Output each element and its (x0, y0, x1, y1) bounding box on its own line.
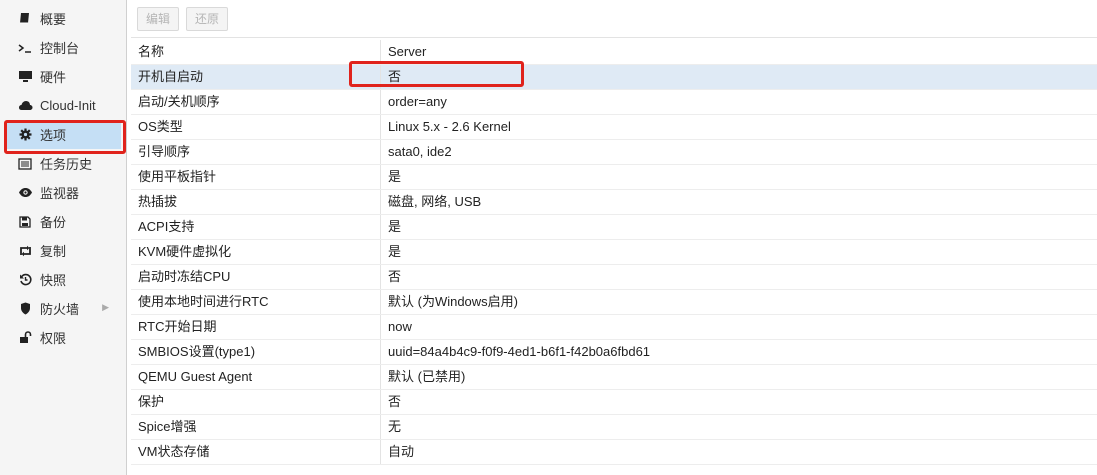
sidebar-item-label: 监视器 (40, 186, 80, 201)
option-key: 名称 (131, 40, 381, 64)
table-row[interactable]: OS类型 Linux 5.x - 2.6 Kernel (131, 115, 1097, 140)
edit-button[interactable]: 编辑 (137, 7, 180, 31)
option-value: sata0, ide2 (388, 144, 452, 159)
option-key: 使用本地时间进行RTC (131, 290, 381, 314)
sidebar-item-summary[interactable]: 概要 (6, 4, 121, 33)
table-row[interactable]: KVM硬件虚拟化 是 (131, 240, 1097, 265)
sidebar-item-permissions[interactable]: 权限 (6, 323, 121, 352)
sidebar-item-label: 硬件 (40, 70, 67, 85)
option-value: 磁盘, 网络, USB (388, 194, 482, 209)
table-row[interactable]: ACPI支持 是 (131, 215, 1097, 240)
book-icon (16, 11, 34, 27)
option-key: 引导顺序 (131, 140, 381, 164)
option-value: 否 (388, 394, 402, 409)
option-value: order=any (388, 94, 447, 109)
sidebar-item-label: 控制台 (40, 41, 80, 56)
highlight-box-autostart-value (349, 61, 524, 87)
sidebar-item-replication[interactable]: 复制 (6, 236, 121, 265)
sidebar-item-backup[interactable]: 备份 (6, 207, 121, 236)
option-key: Spice增强 (131, 415, 381, 439)
sidebar-item-label: 备份 (40, 215, 67, 230)
table-row[interactable]: 使用平板指针 是 (131, 165, 1097, 190)
sidebar-item-label: 任务历史 (40, 157, 93, 172)
sidebar-item-label: 防火墙 (40, 302, 80, 317)
shield-icon (16, 301, 34, 317)
option-value: 默认 (为Windows启用) (388, 294, 519, 309)
sidebar-item-cloud-init[interactable]: Cloud-Init (6, 91, 121, 120)
option-key: 启动时冻结CPU (131, 265, 381, 289)
table-row[interactable]: 名称 Server (131, 40, 1097, 65)
table-row[interactable]: VM状态存储 自动 (131, 440, 1097, 465)
option-key: ACPI支持 (131, 215, 381, 239)
floppy-icon (16, 214, 34, 230)
sidebar-item-console[interactable]: 控制台 (6, 33, 121, 62)
option-key: 热插拔 (131, 190, 381, 214)
sidebar-item-hardware[interactable]: 硬件 (6, 62, 121, 91)
option-value: Linux 5.x - 2.6 Kernel (388, 119, 511, 134)
option-value: 是 (388, 169, 402, 184)
table-row[interactable]: 启动/关机顺序 order=any (131, 90, 1097, 115)
sidebar-item-label: 概要 (40, 12, 67, 27)
table-row[interactable]: RTC开始日期 now (131, 315, 1097, 340)
option-key: VM状态存储 (131, 440, 381, 464)
option-value: 自动 (388, 444, 415, 459)
eye-icon (16, 185, 34, 201)
table-row[interactable]: 引导顺序 sata0, ide2 (131, 140, 1097, 165)
option-key: 保护 (131, 390, 381, 414)
option-value: 是 (388, 244, 402, 259)
submenu-arrow-icon: ▶ (102, 302, 109, 312)
option-value: 否 (388, 269, 402, 284)
highlight-box-sidebar-options (4, 120, 126, 154)
option-key: 启动/关机顺序 (131, 90, 381, 114)
sidebar-item-label: 快照 (40, 273, 67, 288)
options-grid: 名称 Server 开机自启动 否 启动/关机顺序 order=any OS类型… (131, 40, 1097, 465)
list-icon (16, 156, 34, 172)
sidebar-item-monitor[interactable]: 监视器 (6, 178, 121, 207)
cloud-icon (16, 98, 34, 114)
monitor-icon (16, 69, 34, 85)
option-value: 默认 (已禁用) (388, 369, 466, 384)
retweet-icon (16, 243, 34, 259)
sidebar-item-label: Cloud-Init (40, 98, 96, 113)
table-row[interactable]: 开机自启动 否 (131, 65, 1097, 90)
sidebar-nav: 概要 控制台 硬件 Cloud-Init 选项 任务历史 监视器 备份 复制 快… (0, 0, 127, 475)
option-key: OS类型 (131, 115, 381, 139)
option-value: uuid=84a4b4c9-f0f9-4ed1-b6f1-f42b0a6fbd6… (388, 344, 651, 359)
table-row[interactable]: 使用本地时间进行RTC 默认 (为Windows启用) (131, 290, 1097, 315)
table-row[interactable]: 保护 否 (131, 390, 1097, 415)
table-row[interactable]: SMBIOS设置(type1) uuid=84a4b4c9-f0f9-4ed1-… (131, 340, 1097, 365)
table-row[interactable]: 启动时冻结CPU 否 (131, 265, 1097, 290)
revert-button[interactable]: 还原 (186, 7, 229, 31)
terminal-icon (16, 40, 34, 56)
sidebar-item-label: 权限 (40, 331, 67, 346)
option-key: QEMU Guest Agent (131, 365, 381, 389)
option-key: SMBIOS设置(type1) (131, 340, 381, 364)
sidebar-item-snapshots[interactable]: 快照 (6, 265, 121, 294)
unlock-icon (16, 330, 34, 346)
history-icon (16, 272, 34, 288)
option-value: 无 (388, 419, 402, 434)
table-row[interactable]: QEMU Guest Agent 默认 (已禁用) (131, 365, 1097, 390)
option-value: now (388, 319, 412, 334)
sidebar-item-firewall[interactable]: 防火墙 ▶ (6, 294, 121, 323)
table-row[interactable]: 热插拔 磁盘, 网络, USB (131, 190, 1097, 215)
option-key: 使用平板指针 (131, 165, 381, 189)
table-row[interactable]: Spice增强 无 (131, 415, 1097, 440)
option-value: 是 (388, 219, 402, 234)
toolbar: 编辑 还原 (131, 2, 1097, 38)
sidebar-item-label: 复制 (40, 244, 67, 259)
option-key: RTC开始日期 (131, 315, 381, 339)
option-key: KVM硬件虚拟化 (131, 240, 381, 264)
option-key: 开机自启动 (131, 65, 381, 89)
